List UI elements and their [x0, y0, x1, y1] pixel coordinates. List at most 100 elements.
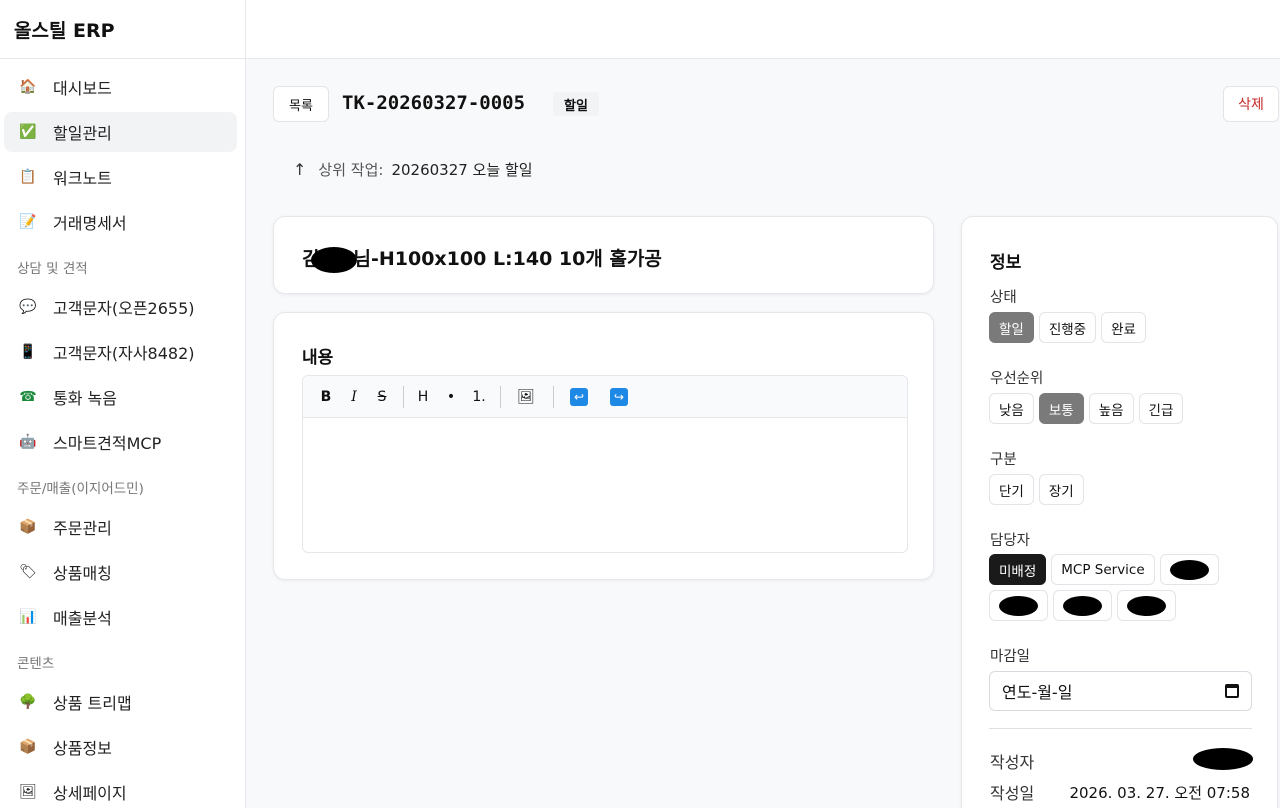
rich-text-editor[interactable]: B I S H • 1. 🖼 ↩ ↪	[302, 375, 908, 553]
assignee-option-redacted[interactable]	[1053, 590, 1112, 621]
toolbar-divider	[403, 385, 404, 408]
priority-options: 낮음 보통 높음 긴급	[989, 393, 1259, 424]
assignee-option-redacted[interactable]	[1117, 590, 1176, 621]
sidebar-item-sales-analysis[interactable]: 📊 매출분석	[4, 597, 237, 637]
picture-icon: 🖼	[19, 784, 37, 800]
numbered-list-button[interactable]: 1.	[468, 385, 490, 409]
status-option-todo[interactable]: 할일	[989, 312, 1034, 343]
redaction-mark	[1063, 595, 1102, 616]
sidebar-item-smart-quote[interactable]: 🤖 스마트견적MCP	[4, 422, 237, 462]
bullet-list-button[interactable]: •	[440, 385, 462, 409]
author-value-redacted	[1193, 748, 1253, 770]
sidebar-item-label: 상품매칭	[53, 564, 112, 583]
robot-icon: 🤖	[19, 434, 37, 450]
info-panel: 정보 상태 할일 진행중 완료 우선순위 낮음 보통 높음 긴급 구분 단기 장…	[961, 216, 1278, 808]
toolbar-divider	[500, 385, 501, 408]
bar-chart-icon: 📊	[19, 609, 37, 625]
ticket-id: TK-20260327-0005	[342, 92, 526, 114]
sidebar-item-detail-page[interactable]: 🖼 상세페이지	[4, 772, 237, 808]
phone-icon: 📱	[19, 344, 37, 360]
redo-icon[interactable]: ↪	[610, 387, 628, 406]
heading-button[interactable]: H	[412, 385, 434, 409]
task-title[interactable]: 김님-H100x100 L:140 10개 홀가공	[302, 244, 662, 273]
status-label: 상태	[990, 290, 1017, 306]
sidebar-item-dashboard[interactable]: 🏠 대시보드	[4, 67, 237, 107]
redaction-mark	[1169, 559, 1209, 580]
assignee-option-unassigned[interactable]: 미배정	[989, 554, 1047, 585]
sidebar-item-label: 거래명세서	[53, 214, 127, 233]
sidebar-item-label: 상세페이지	[53, 784, 127, 803]
assignee-options: 미배정 MCP Service	[989, 554, 1259, 621]
created-value: 2026. 03. 27. 오전 07:58	[1069, 784, 1250, 802]
priority-option-high[interactable]: 높음	[1088, 393, 1134, 424]
assignee-option-redacted[interactable]	[1159, 554, 1219, 585]
created-label: 작성일	[990, 784, 1035, 803]
content-heading: 내용	[302, 348, 334, 368]
sidebar-item-label: 주문관리	[53, 519, 112, 538]
redaction-mark	[1127, 595, 1166, 616]
sidebar-item-product-matching[interactable]: 🏷 상품매칭	[4, 552, 237, 592]
priority-option-normal[interactable]: 보통	[1038, 393, 1084, 424]
toolbar-divider	[553, 385, 554, 408]
due-date-label: 마감일	[990, 649, 1031, 665]
assignee-label: 담당자	[990, 533, 1031, 549]
sidebar-item-invoice[interactable]: 📝 거래명세서	[4, 202, 237, 242]
package-icon: 📦	[19, 739, 37, 755]
sidebar-item-label: 워크노트	[53, 169, 112, 188]
check-icon: ✅	[19, 124, 37, 140]
status-option-done[interactable]: 완료	[1101, 312, 1146, 343]
sidebar-item-label: 스마트견적MCP	[53, 434, 162, 453]
sidebar-item-worknote[interactable]: 📋 워크노트	[4, 157, 237, 197]
bold-button[interactable]: B	[315, 385, 337, 409]
sidebar-item-call-recording[interactable]: ☎ 통화 녹음	[4, 377, 237, 417]
redaction-mark	[999, 595, 1038, 616]
divider	[989, 728, 1252, 729]
type-badge: 할일	[553, 92, 599, 116]
assignee-option-mcp-service[interactable]: MCP Service	[1051, 554, 1155, 585]
task-title-suffix: 님-H100x100 L:140 10개 홀가공	[353, 248, 662, 270]
parent-task-label: 상위 작업:	[318, 161, 384, 179]
sidebar-item-label: 고객문자(오픈2655)	[53, 299, 195, 318]
due-date-input[interactable]: 연도-월-일	[989, 671, 1252, 711]
delete-button[interactable]: 삭제	[1223, 86, 1279, 122]
sidebar-item-sms-open[interactable]: 💬 고객문자(오픈2655)	[4, 287, 237, 327]
due-date-placeholder: 연도-월-일	[1002, 683, 1073, 702]
list-button[interactable]: 목록	[273, 86, 329, 122]
priority-option-urgent[interactable]: 긴급	[1138, 393, 1184, 424]
info-heading: 정보	[990, 253, 1022, 273]
category-option-long[interactable]: 장기	[1038, 474, 1084, 505]
priority-option-low[interactable]: 낮음	[989, 393, 1034, 424]
parent-task-value[interactable]: 20260327 오늘 할일	[391, 159, 532, 180]
sidebar-item-label: 매출분석	[53, 609, 112, 628]
sidebar-item-todo[interactable]: ✅ 할일관리	[4, 112, 237, 152]
sidebar-item-orders[interactable]: 📦 주문관리	[4, 507, 237, 547]
undo-icon[interactable]: ↩	[570, 387, 588, 406]
editor-toolbar: B I S H • 1. 🖼 ↩ ↪	[303, 376, 907, 418]
arrow-up-icon: ↑	[293, 160, 307, 179]
priority-label: 우선순위	[990, 371, 1044, 387]
section-label-content: 콘텐츠	[17, 656, 55, 672]
memo-icon: 📝	[19, 214, 37, 230]
section-label-consult: 상담 및 견적	[17, 261, 88, 277]
sidebar-item-label: 대시보드	[53, 79, 112, 98]
sidebar-item-label: 할일관리	[53, 124, 112, 143]
status-option-in-progress[interactable]: 진행중	[1038, 312, 1097, 343]
italic-button[interactable]: I	[343, 385, 365, 409]
topbar	[246, 0, 1280, 59]
calendar-icon[interactable]	[1225, 684, 1239, 698]
category-option-short[interactable]: 단기	[989, 474, 1034, 505]
app-brand: 올스틸 ERP	[0, 0, 245, 59]
strikethrough-button[interactable]: S	[371, 385, 393, 409]
assignee-option-redacted[interactable]	[989, 590, 1048, 621]
task-title-card: 김님-H100x100 L:140 10개 홀가공	[273, 216, 934, 294]
sidebar: 올스틸 ERP 🏠 대시보드 ✅ 할일관리 📋 워크노트 📝 거래명세서 상담 …	[0, 0, 246, 808]
status-options: 할일 진행중 완료	[989, 312, 1259, 343]
sidebar-item-product-info[interactable]: 📦 상품정보	[4, 727, 237, 767]
sidebar-item-sms-own[interactable]: 📱 고객문자(자사8482)	[4, 332, 237, 372]
image-icon[interactable]: 🖼	[515, 385, 537, 409]
category-label: 구분	[990, 452, 1017, 468]
tree-icon: 🌳	[19, 694, 37, 710]
sidebar-nav: 🏠 대시보드 ✅ 할일관리 📋 워크노트 📝 거래명세서 상담 및 견적 💬 고…	[0, 59, 245, 808]
parent-task-link[interactable]: ↑ 상위 작업: 20260327 오늘 할일	[293, 159, 533, 180]
sidebar-item-product-treemap[interactable]: 🌳 상품 트리맵	[4, 682, 237, 722]
